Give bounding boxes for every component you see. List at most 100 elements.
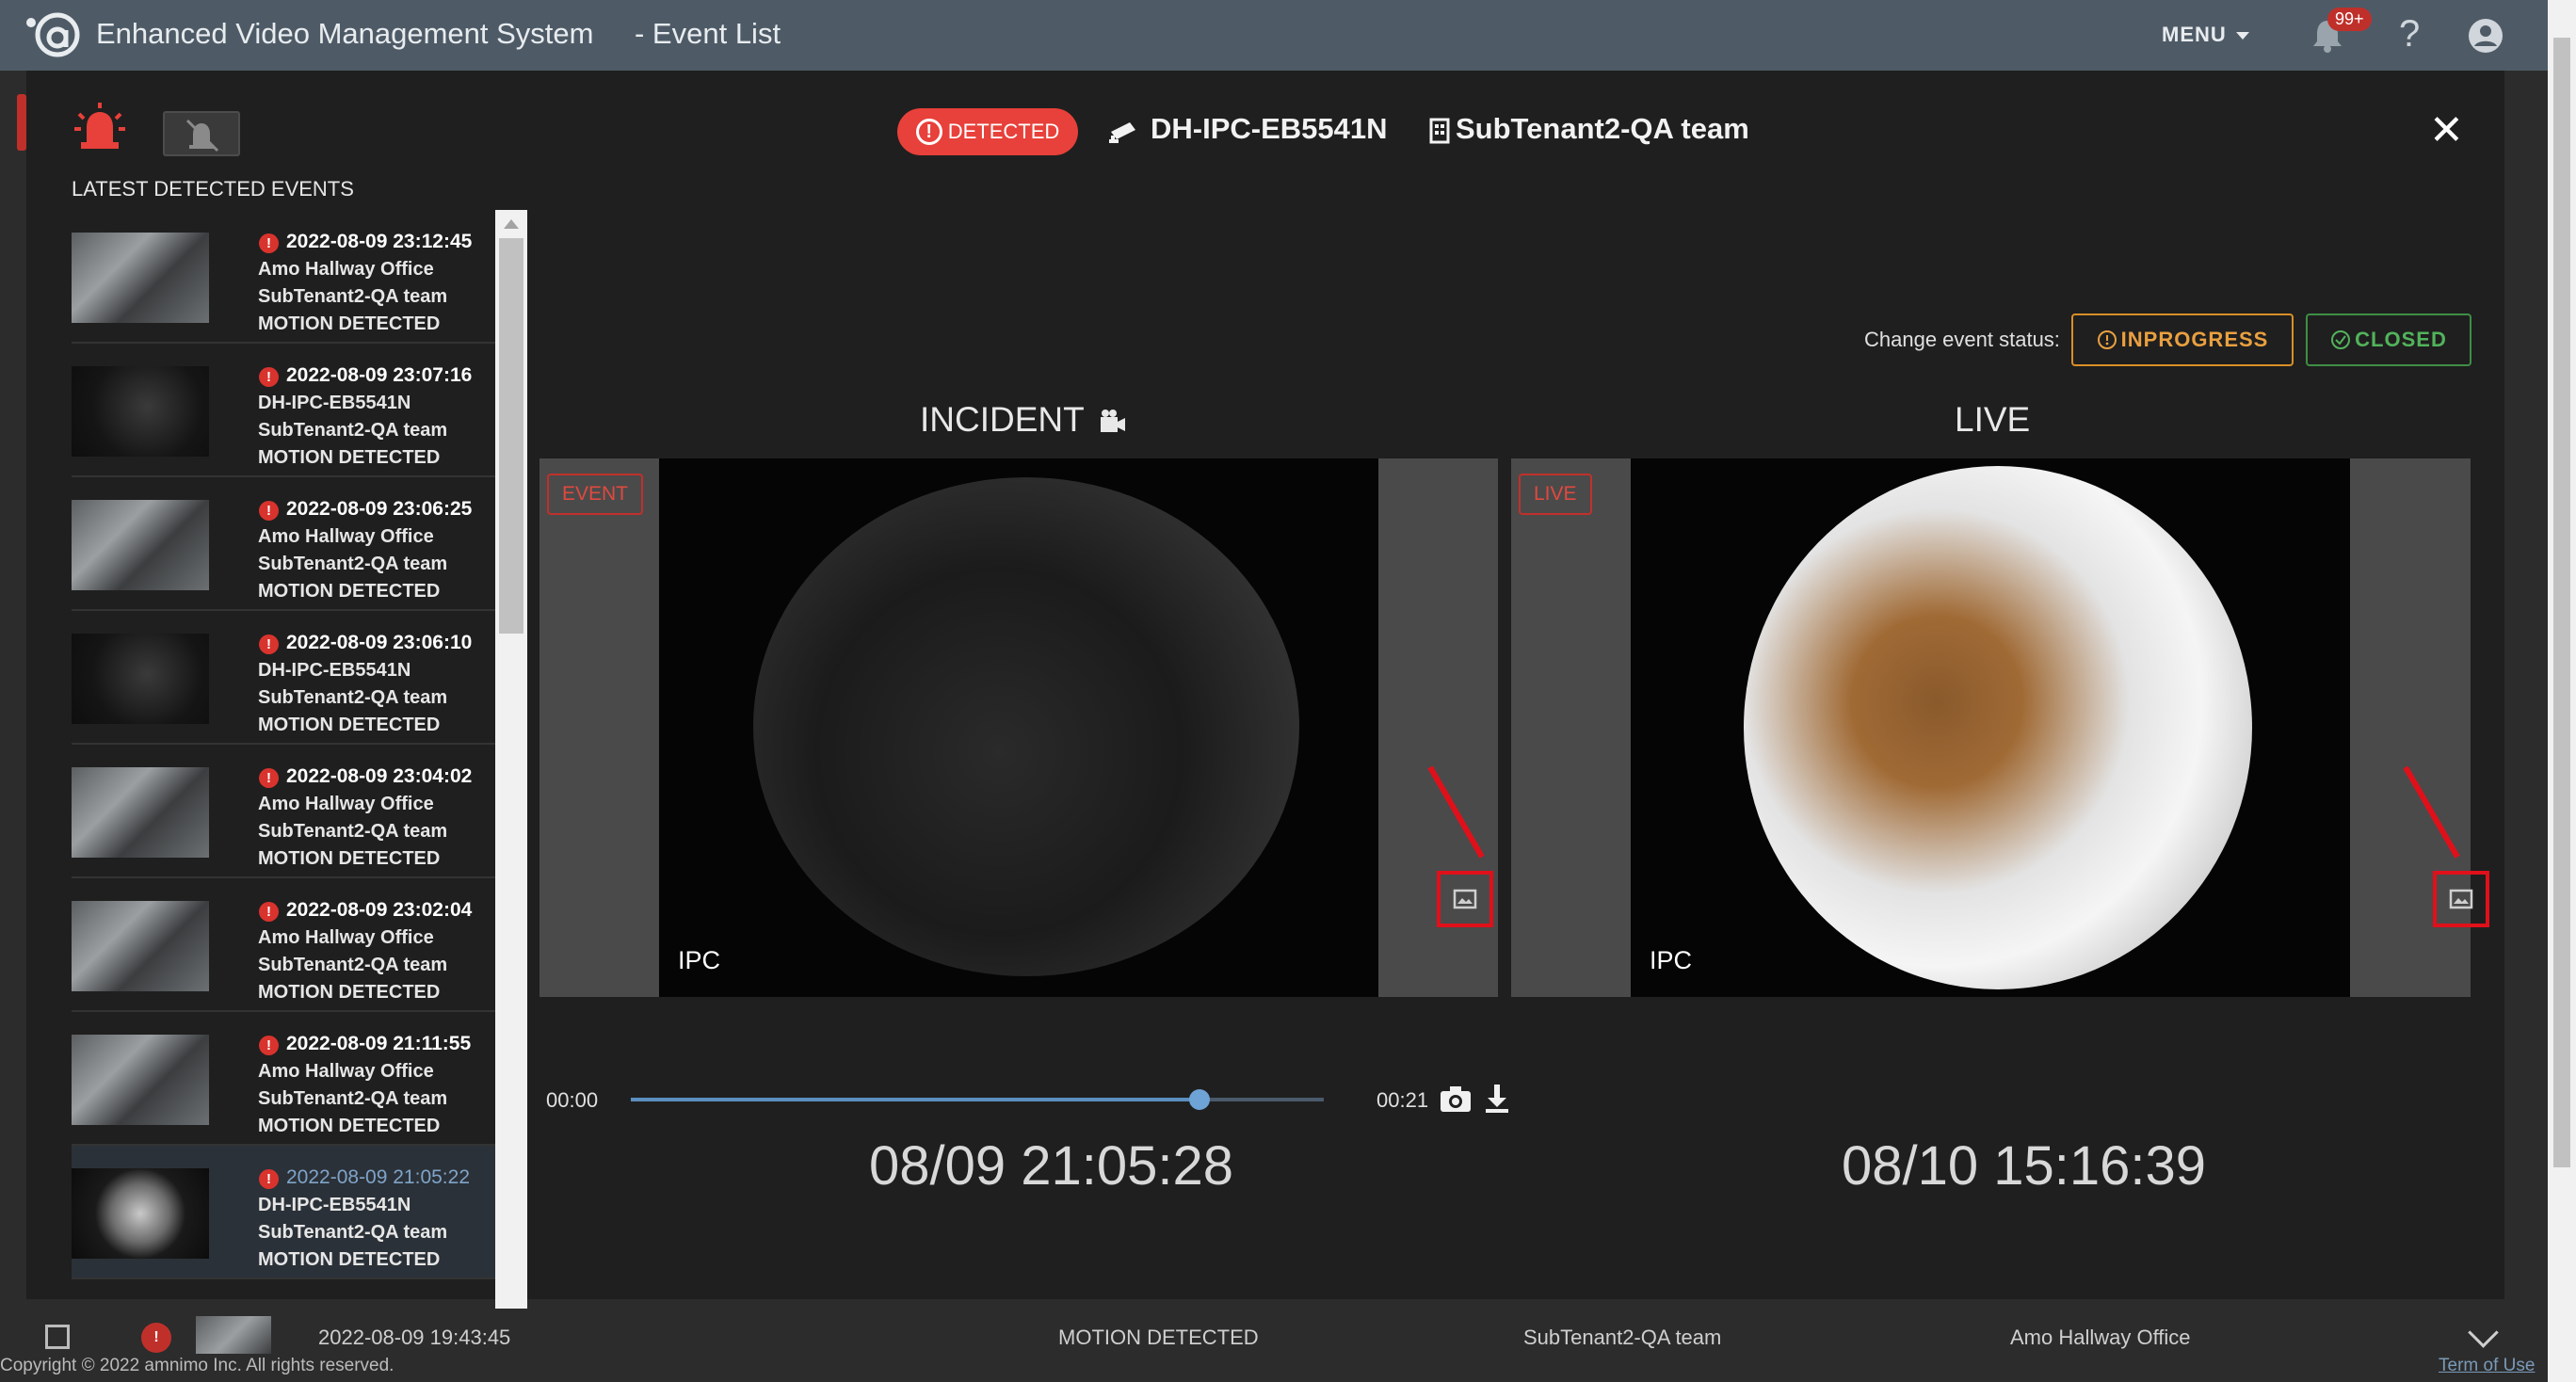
- event-thumbnail: [72, 500, 209, 590]
- image-icon: [2449, 889, 2473, 909]
- inprogress-label: INPROGRESS: [2120, 328, 2269, 351]
- event-thumbnail: [72, 1168, 209, 1259]
- event-time: 2022-08-09 23:06:25: [286, 498, 473, 520]
- event-type: MOTION DETECTED: [258, 982, 441, 1003]
- alarm-off-icon: [185, 119, 219, 153]
- playback-timeline: 00:00 00:21: [546, 1083, 1508, 1120]
- row-time: 2022-08-09 19:43:45: [318, 1326, 511, 1349]
- live-fisheye-image: [1744, 466, 2252, 989]
- timeline-slider[interactable]: [631, 1089, 1324, 1110]
- event-time: 2022-08-09 23:12:45: [286, 231, 473, 252]
- event-tenant: SubTenant2-QA team: [258, 420, 448, 441]
- event-thumbnail: [72, 1035, 209, 1125]
- event-location: Amo Hallway Office: [258, 259, 434, 280]
- event-detail-modal: LATEST DETECTED EVENTS ! 2022-08-09 23:1…: [26, 71, 2504, 1340]
- cctv-camera-icon: [1109, 121, 1135, 143]
- event-list-item-selected[interactable]: ! 2022-08-09 21:05:22 DH-IPC-EB5541N Sub…: [72, 1146, 495, 1279]
- camera-title: DH-IPC-EB5541N: [1109, 112, 1388, 146]
- help-icon[interactable]: ?: [2399, 13, 2420, 56]
- event-time: 2022-08-09 21:11:55: [286, 1033, 472, 1054]
- event-list-scrollbar[interactable]: [495, 210, 527, 1340]
- fullscreen-image-button[interactable]: [1437, 871, 1493, 927]
- event-list-item[interactable]: ! 2022-08-09 23:12:45 Amo Hallway Office…: [72, 210, 495, 344]
- menu-button[interactable]: MENU: [2162, 23, 2249, 47]
- menu-label: MENU: [2162, 23, 2227, 46]
- event-list-scrollbar-thumb[interactable]: [499, 238, 523, 634]
- incident-video-frame: [659, 458, 1378, 997]
- event-list-item[interactable]: ! 2022-08-09 23:04:02 Amo Hallway Office…: [72, 745, 495, 878]
- latest-events-list: ! 2022-08-09 23:12:45 Amo Hallway Office…: [72, 210, 495, 1340]
- closed-label: CLOSED: [2355, 328, 2447, 351]
- timeline-handle[interactable]: [1188, 1089, 1210, 1110]
- caret-down-icon: [2235, 32, 2249, 40]
- event-type: MOTION DETECTED: [258, 1116, 441, 1136]
- row-checkbox[interactable]: [45, 1325, 70, 1349]
- alert-circle-icon: !: [915, 119, 942, 145]
- row-location: Amo Hallway Office: [2010, 1326, 2191, 1349]
- event-location: DH-IPC-EB5541N: [258, 1195, 411, 1215]
- event-type: MOTION DETECTED: [258, 715, 441, 735]
- incident-video-player[interactable]: EVENT IPC: [539, 458, 1498, 997]
- live-title: LIVE: [1955, 400, 2031, 439]
- event-tenant: SubTenant2-QA team: [258, 1088, 448, 1109]
- scroll-up-arrow-icon[interactable]: [504, 219, 519, 229]
- alert-icon: !: [141, 1323, 171, 1353]
- row-thumbnail: [196, 1316, 271, 1354]
- row-type: MOTION DETECTED: [1058, 1326, 1259, 1349]
- event-tenant: SubTenant2-QA team: [258, 821, 448, 842]
- recording-camera-icon: [1101, 410, 1126, 433]
- event-thumbnail: [72, 233, 209, 323]
- notification-count-badge: 99+: [2327, 8, 2372, 31]
- live-tag: LIVE: [1519, 474, 1592, 515]
- status-chip-label: DETECTED: [947, 120, 1060, 143]
- live-video-frame: [1631, 458, 2350, 997]
- app-logo-icon[interactable]: [24, 11, 84, 58]
- terms-link[interactable]: Term of Use: [2439, 1356, 2535, 1376]
- event-list-item[interactable]: ! 2022-08-09 23:02:04 Amo Hallway Office…: [72, 878, 495, 1012]
- tenant-title: SubTenant2-QA team: [1429, 112, 1749, 146]
- event-tenant: SubTenant2-QA team: [258, 286, 448, 307]
- copyright-text: Copyright © 2022 amnimo Inc. All rights …: [0, 1356, 394, 1375]
- background-accent: [17, 94, 26, 151]
- event-time: 2022-08-09 23:07:16: [286, 364, 473, 386]
- incident-title: INCIDENT: [920, 400, 1127, 440]
- event-list-item[interactable]: ! 2022-08-09 21:11:55 Amo Hallway Office…: [72, 1012, 495, 1146]
- event-thumbnail: [72, 634, 209, 724]
- event-time: 2022-08-09 23:06:10: [286, 632, 473, 653]
- inprogress-button[interactable]: INPROGRESS: [2071, 313, 2294, 366]
- page-scrollbar[interactable]: [2548, 0, 2576, 1382]
- event-location: Amo Hallway Office: [258, 927, 434, 948]
- event-type: MOTION DETECTED: [258, 313, 441, 334]
- event-location: DH-IPC-EB5541N: [258, 393, 411, 413]
- incident-title-text: INCIDENT: [920, 400, 1085, 439]
- event-thumbnail: [72, 767, 209, 858]
- alarm-on-icon[interactable]: [73, 101, 126, 153]
- download-icon[interactable]: [1482, 1083, 1512, 1115]
- event-list-item[interactable]: ! 2022-08-09 23:07:16 DH-IPC-EB5541N Sub…: [72, 344, 495, 477]
- event-tenant: SubTenant2-QA team: [258, 955, 448, 975]
- live-timestamp: 08/10 15:16:39: [1842, 1135, 2207, 1197]
- close-modal-button[interactable]: ✕: [2429, 110, 2464, 152]
- check-circle-icon: [2331, 330, 2351, 349]
- tenant-name: SubTenant2-QA team: [1456, 112, 1749, 145]
- event-list-item[interactable]: ! 2022-08-09 23:06:10 DH-IPC-EB5541N Sub…: [72, 611, 495, 745]
- clock-icon: [2097, 330, 2117, 349]
- live-video-player[interactable]: LIVE IPC: [1511, 458, 2489, 997]
- incident-fisheye-image: [753, 477, 1299, 976]
- snapshot-camera-icon[interactable]: [1439, 1083, 1473, 1115]
- event-time: 2022-08-09 21:05:22: [286, 1166, 470, 1188]
- closed-button[interactable]: CLOSED: [2306, 313, 2471, 366]
- event-list-item[interactable]: ! 2022-08-09 23:06:25 Amo Hallway Office…: [72, 477, 495, 611]
- fullscreen-image-button[interactable]: [2433, 871, 2489, 927]
- top-app-bar: Enhanced Video Management System - Event…: [0, 0, 2548, 71]
- page-scrollbar-thumb[interactable]: [2553, 38, 2570, 1167]
- event-tenant: SubTenant2-QA team: [258, 687, 448, 708]
- event-tenant: SubTenant2-QA team: [258, 1222, 448, 1243]
- event-tag: EVENT: [547, 474, 644, 515]
- event-thumbnail: [72, 901, 209, 991]
- video-source-label: IPC: [1650, 946, 1693, 974]
- account-icon[interactable]: [2467, 17, 2504, 55]
- event-type: MOTION DETECTED: [258, 1249, 441, 1270]
- event-type: MOTION DETECTED: [258, 447, 441, 468]
- alarm-off-button[interactable]: [163, 111, 240, 156]
